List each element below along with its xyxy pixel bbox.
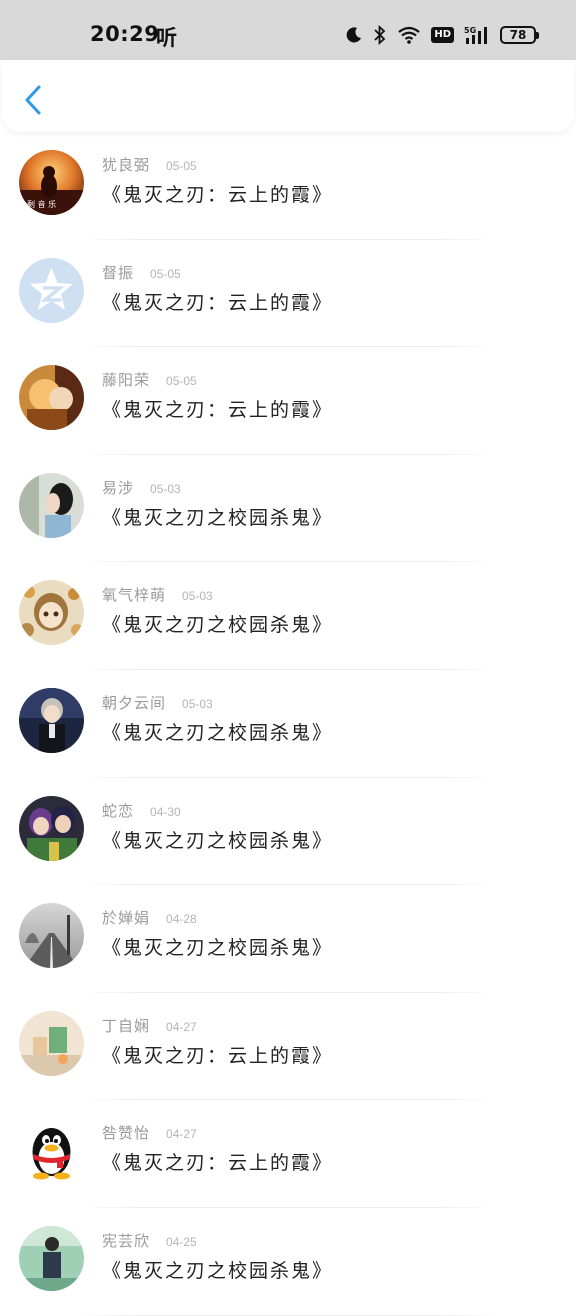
avatar[interactable] <box>19 1118 84 1184</box>
username[interactable]: 宪芸欣 <box>102 1230 150 1251</box>
status-icons: HD 5G 78 <box>345 22 539 48</box>
date: 04-27 <box>166 1019 197 1034</box>
username[interactable]: 朝夕云间 <box>102 692 166 713</box>
status-bar: 20:29 听 HD 5G 78 <box>0 0 576 60</box>
username[interactable]: 咎赞怡 <box>102 1122 150 1143</box>
date: 05-03 <box>182 589 213 604</box>
item-title[interactable]: 《鬼灭之刃：云上的霞》 <box>102 395 333 422</box>
item-meta: 朝夕云间 05-03 <box>102 692 213 713</box>
username[interactable]: 氧气梓萌 <box>102 584 166 605</box>
date: 05-03 <box>150 481 181 496</box>
item-meta: 易涉 05-03 <box>102 477 181 498</box>
comment-list: 剩 音 乐 犹良弼 05-05 《鬼灭之刃：云上的霞》 督振 05-05 《鬼灭… <box>0 132 576 1316</box>
status-app-indicator: 听 <box>156 26 177 50</box>
item-meta: 丁自娴 04-27 <box>102 1015 197 1036</box>
5g-signal-icon: 5G <box>464 25 490 45</box>
username[interactable]: 犹良弼 <box>102 154 150 175</box>
battery-level: 78 <box>500 26 539 44</box>
item-title[interactable]: 《鬼灭之刃之校园杀鬼》 <box>102 503 333 530</box>
date: 05-05 <box>166 374 197 389</box>
username[interactable]: 丁自娴 <box>102 1015 150 1036</box>
avatar[interactable] <box>19 903 84 969</box>
moon-icon <box>345 26 363 44</box>
status-time: 20:29 <box>90 22 160 46</box>
avatar[interactable] <box>19 1225 84 1291</box>
list-item[interactable]: 朝夕云间 05-03 《鬼灭之刃之校园杀鬼》 <box>0 670 576 778</box>
item-title[interactable]: 《鬼灭之刃之校园杀鬼》 <box>102 933 333 960</box>
username[interactable]: 易涉 <box>102 477 134 498</box>
list-item[interactable]: 於婵娟 04-28 《鬼灭之刃之校园杀鬼》 <box>0 885 576 993</box>
avatar[interactable] <box>19 365 84 431</box>
item-title[interactable]: 《鬼灭之刃之校园杀鬼》 <box>102 718 333 745</box>
item-title[interactable]: 《鬼灭之刃之校园杀鬼》 <box>102 610 333 637</box>
hd-badge: HD <box>431 27 454 43</box>
avatar[interactable] <box>19 472 84 538</box>
back-button[interactable] <box>18 82 48 118</box>
list-item[interactable]: 蛇恋 04-30 《鬼灭之刃之校园杀鬼》 <box>0 778 576 886</box>
username[interactable]: 於婵娟 <box>102 907 150 928</box>
list-item[interactable]: 督振 05-05 《鬼灭之刃：云上的霞》 <box>0 240 576 348</box>
avatar[interactable] <box>19 580 84 646</box>
item-meta: 咎赞怡 04-27 <box>102 1122 197 1143</box>
username[interactable]: 藤阳荣 <box>102 369 150 390</box>
item-meta: 蛇恋 04-30 <box>102 800 181 821</box>
date: 04-25 <box>166 1234 197 1249</box>
username[interactable]: 蛇恋 <box>102 800 134 821</box>
item-title[interactable]: 《鬼灭之刃：云上的霞》 <box>102 180 333 207</box>
list-item[interactable]: 宪芸欣 04-25 《鬼灭之刃之校园杀鬼》 <box>0 1208 576 1316</box>
username[interactable]: 督振 <box>102 262 134 283</box>
item-title[interactable]: 《鬼灭之刃：云上的霞》 <box>102 1041 333 1068</box>
item-meta: 犹良弼 05-05 <box>102 154 197 175</box>
hd-icon: HD <box>431 27 454 43</box>
date: 04-28 <box>166 912 197 927</box>
list-item[interactable]: 咎赞怡 04-27 《鬼灭之刃：云上的霞》 <box>0 1100 576 1208</box>
item-meta: 宪芸欣 04-25 <box>102 1230 197 1251</box>
avatar[interactable] <box>19 257 84 323</box>
list-item[interactable]: 氧气梓萌 05-03 《鬼灭之刃之校园杀鬼》 <box>0 562 576 670</box>
item-title[interactable]: 《鬼灭之刃之校园杀鬼》 <box>102 1256 333 1283</box>
avatar[interactable] <box>19 1010 84 1076</box>
date: 04-30 <box>150 804 181 819</box>
list-item[interactable]: 剩 音 乐 犹良弼 05-05 《鬼灭之刃：云上的霞》 <box>0 132 576 240</box>
list-item[interactable]: 藤阳荣 05-05 《鬼灭之刃：云上的霞》 <box>0 347 576 455</box>
battery-icon: 78 <box>500 26 539 44</box>
date: 04-27 <box>166 1127 197 1142</box>
item-title[interactable]: 《鬼灭之刃：云上的霞》 <box>102 288 333 315</box>
divider <box>80 1314 496 1316</box>
wifi-icon <box>397 26 421 44</box>
bluetooth-icon <box>373 25 387 45</box>
list-item[interactable]: 易涉 05-03 《鬼灭之刃之校园杀鬼》 <box>0 455 576 563</box>
svg-text:剩 音 乐: 剩 音 乐 <box>27 199 56 209</box>
date: 05-05 <box>150 266 181 281</box>
item-title[interactable]: 《鬼灭之刃：云上的霞》 <box>102 1148 333 1175</box>
avatar[interactable]: 剩 音 乐 <box>19 150 84 215</box>
avatar[interactable] <box>19 795 84 861</box>
date: 05-05 <box>166 159 197 173</box>
chevron-left-icon <box>25 85 41 115</box>
avatar[interactable] <box>19 687 84 753</box>
svg-text:5G: 5G <box>464 26 476 35</box>
app-header <box>2 60 574 132</box>
item-meta: 氧气梓萌 05-03 <box>102 584 213 605</box>
date: 05-03 <box>182 696 213 711</box>
item-title[interactable]: 《鬼灭之刃之校园杀鬼》 <box>102 826 333 853</box>
item-meta: 於婵娟 04-28 <box>102 907 197 928</box>
item-meta: 督振 05-05 <box>102 262 181 283</box>
list-item[interactable]: 丁自娴 04-27 《鬼灭之刃：云上的霞》 <box>0 993 576 1101</box>
item-meta: 藤阳荣 05-05 <box>102 369 197 390</box>
